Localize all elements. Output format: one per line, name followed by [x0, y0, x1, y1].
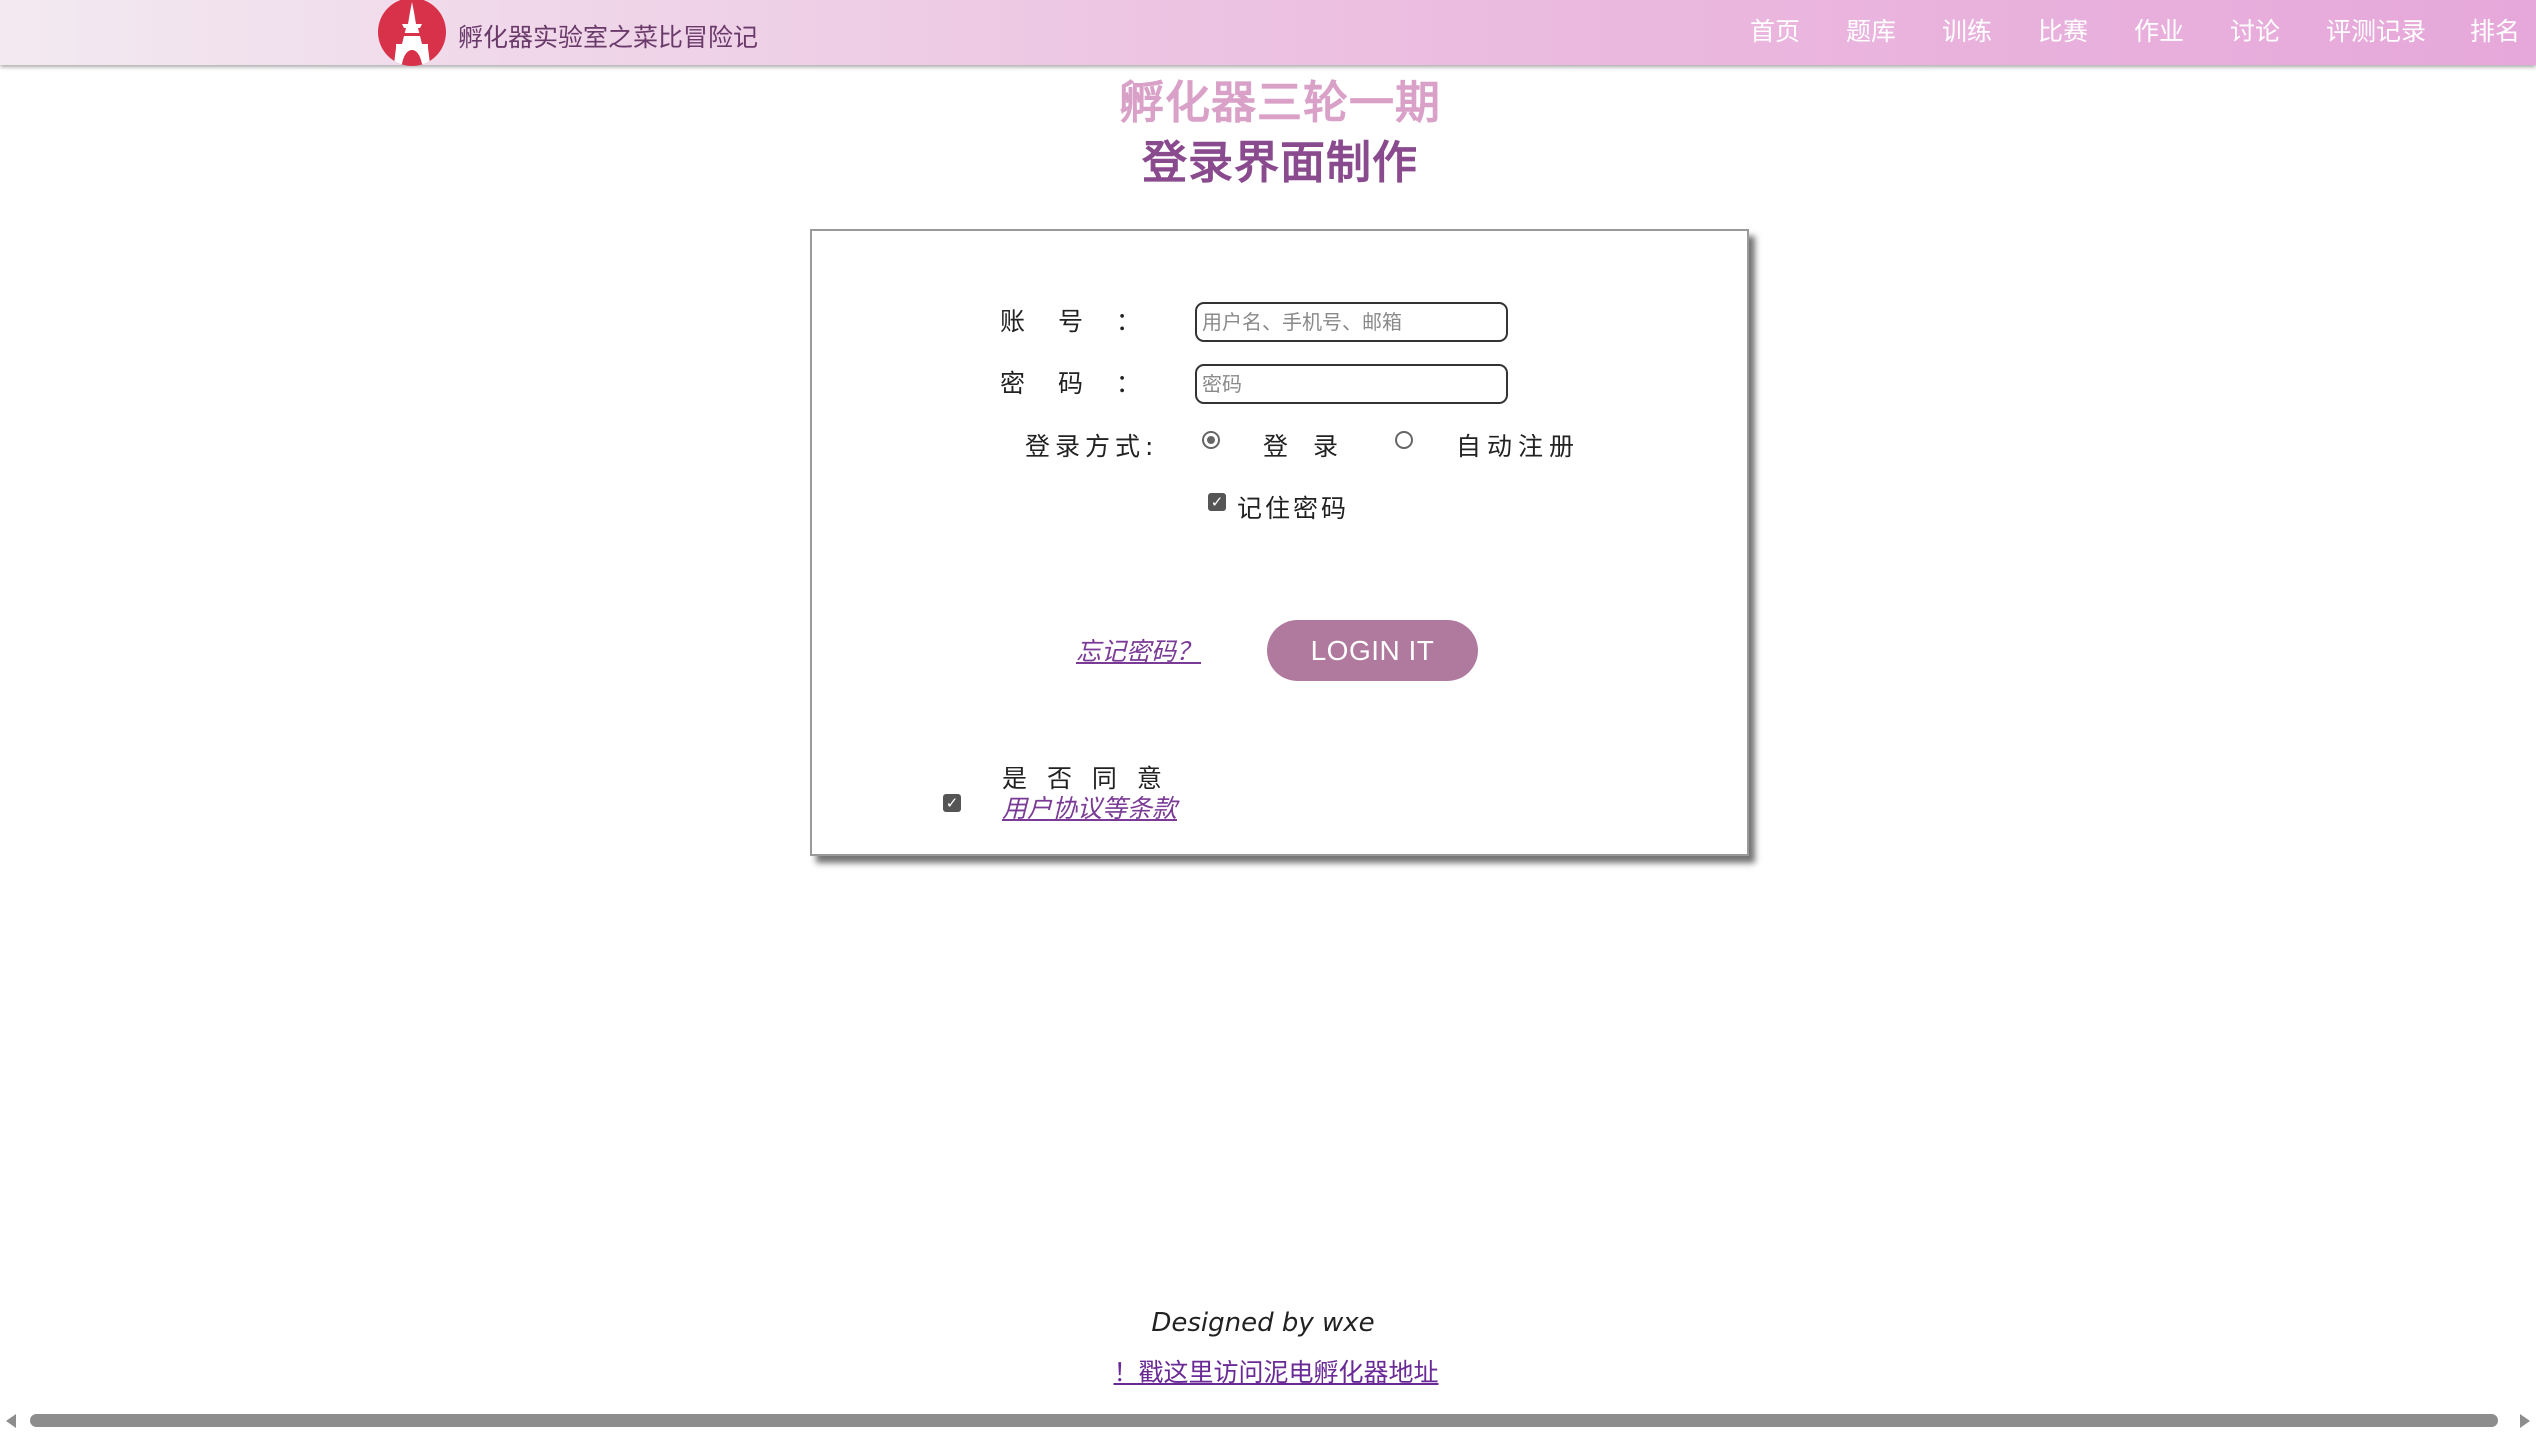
remember-password-label: 记住密码: [1237, 494, 1350, 523]
radio-auto-register-label: 自动注册: [1456, 432, 1581, 461]
nav-item-homework[interactable]: 作业: [2134, 12, 2184, 48]
remember-password-checkbox[interactable]: ✓: [1208, 493, 1226, 511]
forgot-password-link[interactable]: 忘记密码？: [1076, 632, 1201, 668]
visit-incubator-link[interactable]: ！戳这里访问泥电孵化器地址: [0, 1353, 2536, 1389]
top-nav-bar: 孵化器实验室之菜比冒险记 首页 题库 训练 比赛 作业 讨论 评测记录 排名: [0, 0, 2536, 66]
password-input[interactable]: [1195, 364, 1508, 404]
account-input[interactable]: [1195, 302, 1508, 342]
scroll-right-arrow-icon[interactable]: [2520, 1414, 2530, 1428]
password-label: 密 码 ：: [1000, 369, 1141, 398]
terms-link[interactable]: 用户协议等条款: [1002, 789, 1177, 825]
nav-item-ranking[interactable]: 排名: [2470, 12, 2520, 48]
tower-logo-icon[interactable]: [378, 0, 446, 66]
designed-by-text: Designed by wxe: [1151, 1308, 1375, 1338]
login-card: 账 号 ： 密 码 ： 登录方式: 登 录 自动注册 ✓ 记住密码 忘记密码？ …: [810, 229, 1749, 856]
site-brand-title[interactable]: 孵化器实验室之菜比冒险记: [458, 18, 758, 54]
login-button[interactable]: LOGIN IT: [1267, 620, 1478, 681]
nav-item-discussion[interactable]: 讨论: [2230, 12, 2280, 48]
radio-login-label: 登 录: [1263, 432, 1339, 461]
page-title-line2: 登录界面制作: [1141, 136, 1418, 189]
page-title-line1: 孵化器三轮一期: [1118, 76, 1441, 129]
radio-login[interactable]: [1202, 431, 1220, 449]
nav-item-training[interactable]: 训练: [1942, 12, 1992, 48]
scrollbar-thumb[interactable]: [30, 1414, 2498, 1427]
nav-item-contest[interactable]: 比赛: [2038, 12, 2088, 48]
nav-item-judge-records[interactable]: 评测记录: [2326, 12, 2426, 48]
login-method-label: 登录方式:: [1025, 432, 1159, 461]
agree-terms-checkbox[interactable]: ✓: [943, 794, 961, 812]
scroll-left-arrow-icon[interactable]: [6, 1414, 16, 1428]
radio-auto-register[interactable]: [1395, 431, 1413, 449]
nav-item-home[interactable]: 首页: [1750, 12, 1800, 48]
nav-item-problem-bank[interactable]: 题库: [1846, 12, 1896, 48]
horizontal-scrollbar[interactable]: [0, 1409, 2536, 1433]
account-label: 账 号 ：: [1000, 307, 1141, 336]
